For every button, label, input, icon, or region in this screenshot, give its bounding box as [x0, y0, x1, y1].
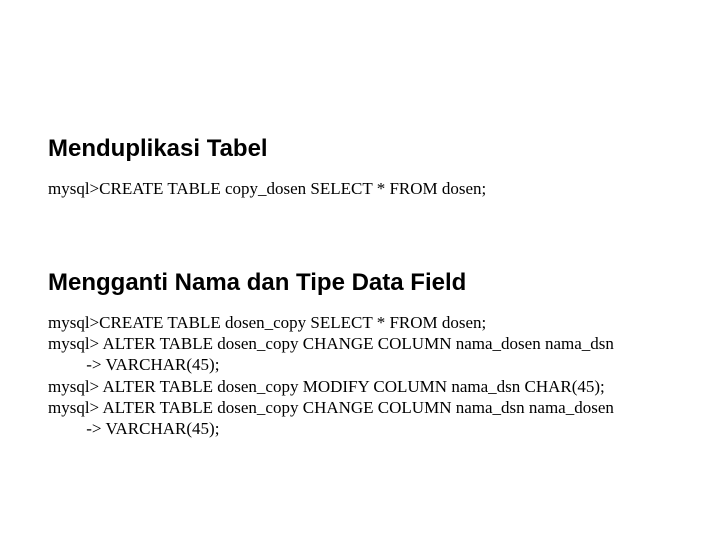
heading-rename-field: Mengganti Nama dan Tipe Data Field: [48, 269, 680, 298]
heading-duplicate-table: Menduplikasi Tabel: [48, 135, 680, 164]
code-duplicate-table: mysql>CREATE TABLE copy_dosen SELECT * F…: [48, 178, 680, 199]
code-rename-field: mysql>CREATE TABLE dosen_copy SELECT * F…: [48, 312, 680, 440]
document-page: Menduplikasi Tabel mysql>CREATE TABLE co…: [0, 0, 720, 540]
section-gap: [48, 235, 680, 269]
